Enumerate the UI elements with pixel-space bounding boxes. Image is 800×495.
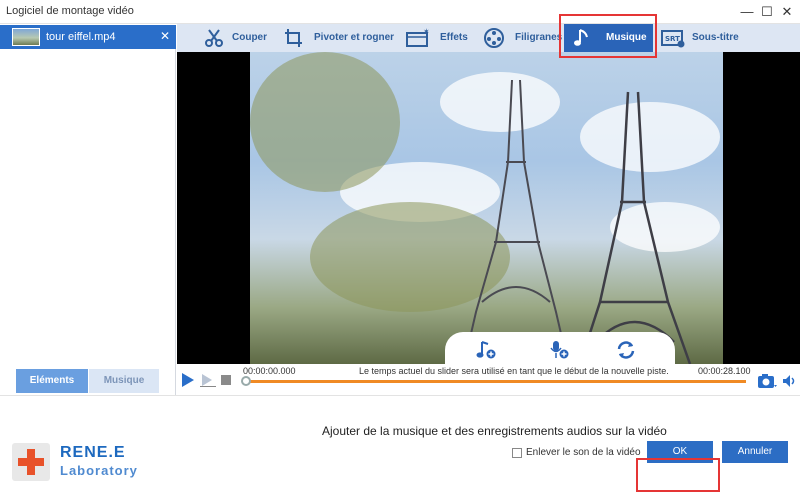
svg-text:✶: ✶ (423, 27, 430, 36)
tab-watermarks[interactable]: Filigranes (483, 24, 563, 52)
logo-subtitle: Laboratory (60, 463, 138, 478)
mute-checkbox[interactable] (512, 448, 522, 458)
tab-effects-label: Effets (440, 32, 468, 43)
tab-elements[interactable]: Eléments (16, 369, 88, 393)
total-duration: 00:00:28.100 (698, 366, 751, 376)
effects-icon: ✶ (406, 27, 430, 47)
timeline-slider-track[interactable] (244, 380, 746, 383)
maximize-button[interactable]: ☐ (756, 2, 778, 22)
svg-text:SRT: SRT (665, 35, 680, 43)
file-name: tour eiffel.mp4 (46, 31, 116, 43)
volume-icon[interactable] (782, 374, 796, 388)
file-list-panel: tour eiffel.mp4 ✕ Eléments Musique (0, 25, 176, 395)
play-segment-icon[interactable] (200, 373, 216, 387)
watermark-icon (484, 28, 504, 48)
tab-music-toolbar-label: Musique (606, 32, 647, 43)
timeline-bar: 00:00:00.000 Le temps actuel du slider s… (177, 364, 800, 394)
minimize-button[interactable]: — (736, 2, 758, 22)
crop-rotate-icon (285, 29, 302, 47)
bottom-panel: Ajouter de la musique et des enregistrem… (0, 395, 800, 495)
video-frame (250, 52, 723, 364)
music-controls-overlay (445, 332, 675, 364)
tab-music[interactable]: Musique (89, 369, 159, 393)
cancel-button[interactable]: Annuler (722, 441, 788, 463)
current-time: 00:00:00.000 (243, 366, 296, 376)
tab-music-toolbar[interactable]: Musique (564, 24, 653, 52)
title-bar: Logiciel de montage vidéo — ☐ ✕ (0, 0, 800, 24)
video-thumbnail (12, 28, 40, 46)
window-title: Logiciel de montage vidéo (6, 5, 134, 17)
play-icon[interactable] (181, 373, 195, 387)
add-recording-icon[interactable] (548, 340, 570, 360)
feature-description: Ajouter de la musique et des enregistrem… (322, 424, 667, 438)
music-note-icon (574, 29, 588, 46)
camera-icon[interactable] (757, 373, 777, 389)
stop-icon[interactable] (221, 375, 231, 385)
remove-file-icon[interactable]: ✕ (160, 29, 170, 43)
mute-label: Enlever le son de la vidéo (526, 447, 641, 458)
edit-toolbar: Couper Pivoter et rogner ✶ Effets Filigr… (177, 24, 800, 52)
add-music-icon[interactable] (475, 340, 497, 360)
close-button[interactable]: ✕ (776, 2, 798, 22)
tab-watermarks-label: Filigranes (515, 32, 563, 43)
tab-effects[interactable]: ✶ Effets (406, 24, 470, 52)
tab-cut-label: Couper (232, 32, 267, 43)
tab-cut[interactable]: Couper (203, 24, 273, 52)
timeline-slider-handle[interactable] (241, 376, 251, 386)
tab-rotate-crop[interactable]: Pivoter et rogner (283, 24, 397, 52)
refresh-icon[interactable] (615, 340, 637, 360)
tab-rotate-crop-label: Pivoter et rogner (314, 32, 395, 43)
ok-button[interactable]: OK (647, 441, 713, 463)
tab-subtitle-label: Sous-titre (692, 32, 739, 43)
tab-subtitle[interactable]: SRT Sous-titre (661, 24, 751, 52)
timeline-hint: Le temps actuel du slider sera utilisé e… (359, 366, 669, 376)
rene-logo-icon (12, 443, 50, 481)
eiffel-tower-image (463, 79, 692, 364)
file-list-item[interactable]: tour eiffel.mp4 ✕ (0, 25, 176, 49)
logo-brand: RENE.E (60, 444, 126, 461)
left-panel-tabs: Eléments Musique (16, 369, 159, 393)
subtitle-icon: SRT (661, 30, 685, 48)
video-preview (177, 52, 800, 364)
scissors-icon (205, 29, 223, 47)
